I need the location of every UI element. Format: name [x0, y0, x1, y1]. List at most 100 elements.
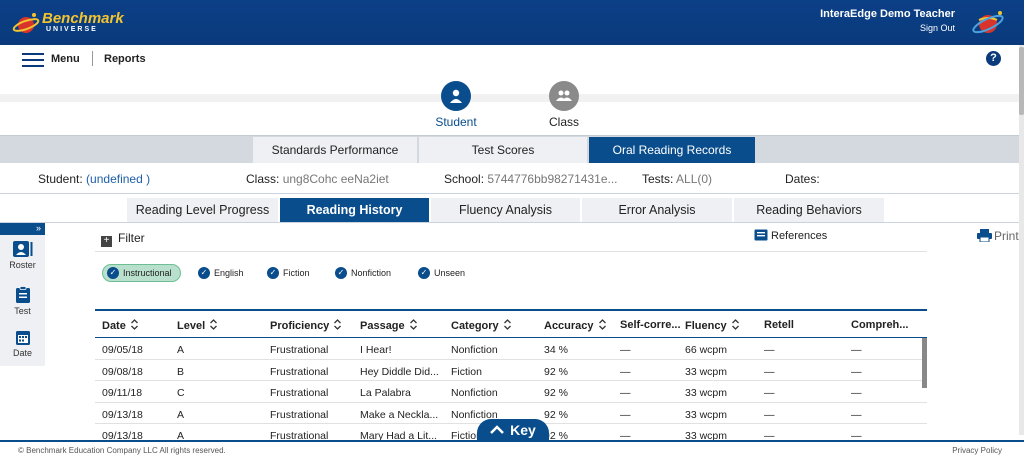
tab-oral-reading-records[interactable]: Oral Reading Records	[589, 137, 755, 163]
tab-reading-behaviors[interactable]: Reading Behaviors	[734, 198, 884, 222]
tab-reading-history[interactable]: Reading History	[280, 198, 429, 222]
references-label: References	[771, 230, 828, 242]
tab-reading-level-progress[interactable]: Reading Level Progress	[127, 198, 278, 222]
cell-retell: —	[764, 387, 775, 399]
column-header-retell[interactable]: Retell	[764, 319, 794, 331]
chip-instructional[interactable]: ✓ Instructional	[102, 264, 181, 282]
cell-retell: —	[764, 365, 775, 378]
subtab-divider	[0, 222, 1019, 223]
column-header-date[interactable]: Date	[102, 319, 139, 332]
sort-icon[interactable]	[594, 319, 607, 332]
column-header-label: Fluency	[685, 320, 727, 332]
chip-label: Fiction	[283, 268, 310, 278]
tests-label: Tests:	[642, 172, 674, 186]
cell-category: Nonfiction	[451, 387, 498, 399]
student-view-button[interactable]: Student	[426, 81, 486, 129]
logo-subtext: UNIVERSE	[46, 26, 98, 33]
cell-passage: Hey Diddle Did...	[360, 365, 439, 378]
roster-nav-item[interactable]: Roster	[0, 240, 45, 270]
privacy-policy-link[interactable]: Privacy Policy	[952, 446, 1002, 455]
chip-nonfiction[interactable]: ✓ Nonfiction	[335, 264, 391, 282]
filter-divider	[95, 251, 927, 252]
school-label: School:	[444, 172, 485, 186]
user-avatar-planet-icon[interactable]	[970, 8, 1006, 38]
cell-comprehension: —	[851, 387, 862, 399]
menu-divider	[92, 51, 93, 66]
school-value: 5744776bb98271431e...	[487, 172, 618, 186]
column-header-comprehension[interactable]: Compreh...	[851, 319, 908, 331]
tab-error-analysis[interactable]: Error Analysis	[582, 198, 732, 222]
references-button[interactable]: References	[754, 229, 827, 242]
student-icon	[441, 81, 471, 111]
cell-self-correction: —	[620, 344, 631, 356]
column-header-label: Level	[177, 320, 206, 332]
table-row[interactable]: 09/08/18 B Frustrational Hey Diddle Did... F…	[95, 360, 927, 381]
sort-icon[interactable]	[405, 319, 418, 332]
left-nav-toggle[interactable]: »	[0, 223, 45, 235]
check-icon: ✓	[418, 267, 430, 279]
help-icon[interactable]: ?	[986, 51, 1001, 66]
sort-icon[interactable]	[126, 319, 139, 332]
column-header-passage[interactable]: Passage	[360, 319, 418, 332]
filter-label: Filter	[118, 231, 145, 245]
cell-comprehension: —	[851, 408, 862, 421]
cell-date: 09/08/18	[102, 365, 143, 378]
column-header-category[interactable]: Category	[451, 319, 512, 332]
roster-label: Roster	[9, 260, 36, 270]
dates-label: Dates:	[785, 172, 820, 186]
tab-test-scores[interactable]: Test Scores	[419, 137, 587, 163]
cell-fluency: 66 wcpm	[685, 344, 728, 356]
student-value[interactable]: (undefined )	[86, 172, 150, 186]
column-header-accuracy[interactable]: Accuracy	[544, 319, 607, 332]
column-header-label: Date	[102, 320, 126, 332]
sort-icon[interactable]	[205, 319, 218, 332]
cell-passage: I Hear!	[360, 344, 392, 356]
cell-comprehension: —	[851, 365, 862, 378]
hamburger-menu-icon[interactable]	[22, 53, 44, 67]
menu-button[interactable]: Menu	[51, 53, 80, 65]
column-header-self-correction[interactable]: Self-corre...	[620, 319, 681, 331]
cell-level: A	[177, 344, 185, 356]
class-view-label: Class	[548, 115, 579, 129]
print-button[interactable]: Print	[977, 229, 1019, 243]
check-icon: ✓	[335, 267, 347, 279]
cell-level: B	[177, 365, 185, 378]
cell-retell: —	[764, 408, 775, 421]
column-header-proficiency[interactable]: Proficiency	[270, 319, 342, 332]
table-row[interactable]: 09/05/18 A Frustrational I Hear! Nonfiction 3…	[95, 338, 927, 360]
chip-label: Nonfiction	[351, 268, 392, 278]
test-nav-item[interactable]: Test	[0, 286, 45, 316]
check-icon: ✓	[198, 267, 210, 279]
cell-proficiency: Frustrational	[270, 344, 329, 356]
table-scrollbar[interactable]	[922, 338, 927, 388]
user-name: InteraEdge Demo Teacher	[820, 8, 955, 20]
calendar-icon	[15, 331, 30, 345]
sort-icon[interactable]	[329, 319, 342, 332]
page-scrollbar-thumb[interactable]	[1019, 47, 1024, 115]
benchmark-logo[interactable]: Benchmark UNIVERSE	[12, 7, 124, 39]
date-label: Date	[12, 348, 32, 358]
date-nav-item[interactable]: Date	[0, 329, 45, 358]
print-label: Print	[994, 229, 1019, 243]
logo-planet-icon	[12, 13, 40, 33]
sort-icon[interactable]	[499, 319, 512, 332]
chip-label: Unseen	[434, 268, 466, 278]
tests-value: ALL(0)	[676, 172, 713, 186]
class-view-button[interactable]: Class	[534, 81, 594, 129]
key-button[interactable]: Key	[477, 419, 549, 442]
chip-english[interactable]: ✓ English	[198, 264, 244, 282]
column-header-label: Retell	[764, 319, 794, 331]
tab-standards-performance[interactable]: Standards Performance	[253, 137, 417, 163]
chip-fiction[interactable]: ✓ Fiction	[267, 264, 310, 282]
test-label: Test	[14, 306, 31, 316]
tab-fluency-analysis[interactable]: Fluency Analysis	[431, 198, 580, 222]
column-header-level[interactable]: Level	[177, 319, 218, 332]
filter-toggle[interactable]: + Filter	[101, 231, 145, 247]
cell-passage: Make a Neckla...	[360, 408, 439, 421]
sign-out-link[interactable]: Sign Out	[920, 23, 955, 33]
sort-icon[interactable]	[727, 319, 740, 332]
chip-unseen[interactable]: ✓ Unseen	[418, 264, 465, 282]
reports-link[interactable]: Reports	[104, 53, 146, 65]
table-row[interactable]: 09/11/18 C Frustrational La Palabra Nonficti…	[95, 381, 927, 403]
column-header-fluency[interactable]: Fluency	[685, 319, 740, 332]
